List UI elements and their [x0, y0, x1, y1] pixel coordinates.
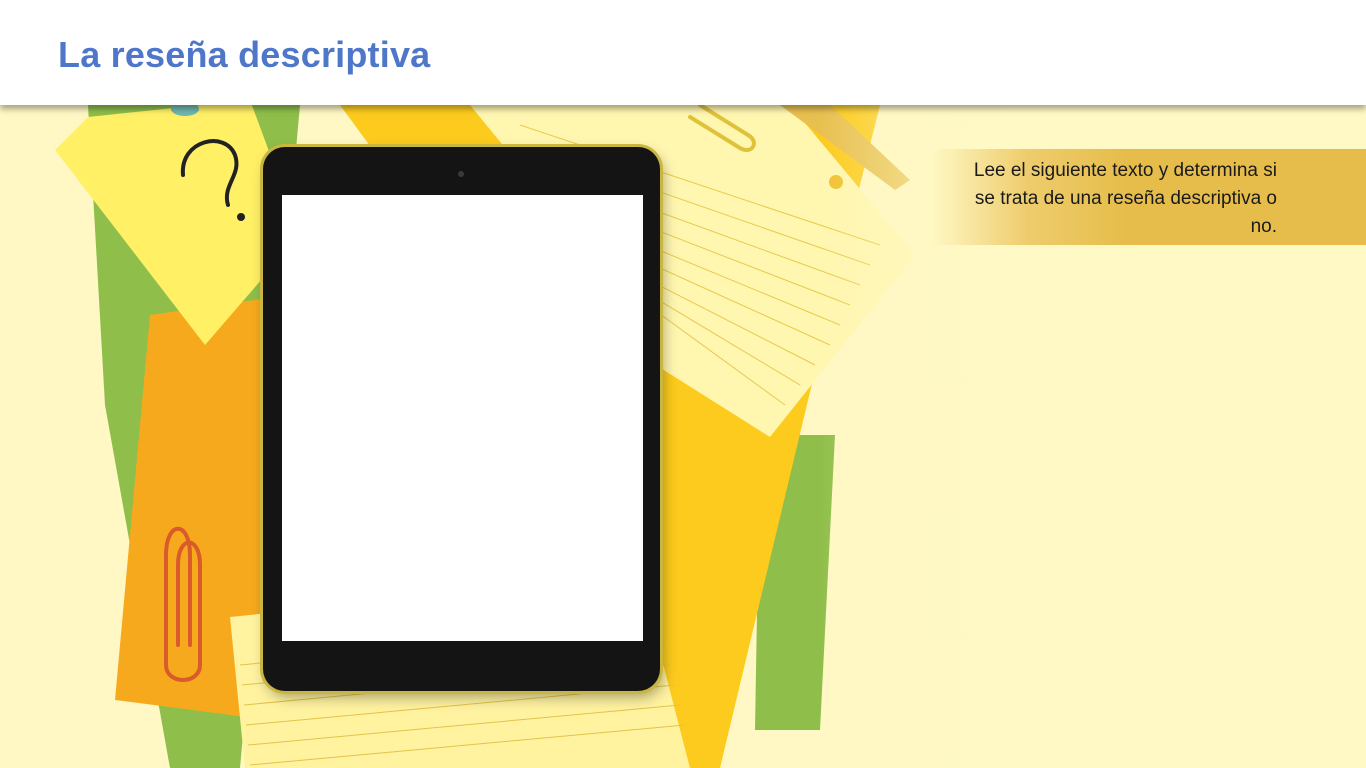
tablet-screen — [282, 195, 643, 641]
instruction-text: Lee el siguiente texto y determina si se… — [973, 160, 1277, 237]
tablet — [263, 147, 660, 691]
camera-icon — [458, 171, 464, 177]
header-bar: La reseña descriptiva — [0, 0, 1366, 105]
slide-background: Lee el siguiente texto y determina si se… — [0, 105, 1366, 768]
page-title: La reseña descriptiva — [58, 34, 431, 75]
